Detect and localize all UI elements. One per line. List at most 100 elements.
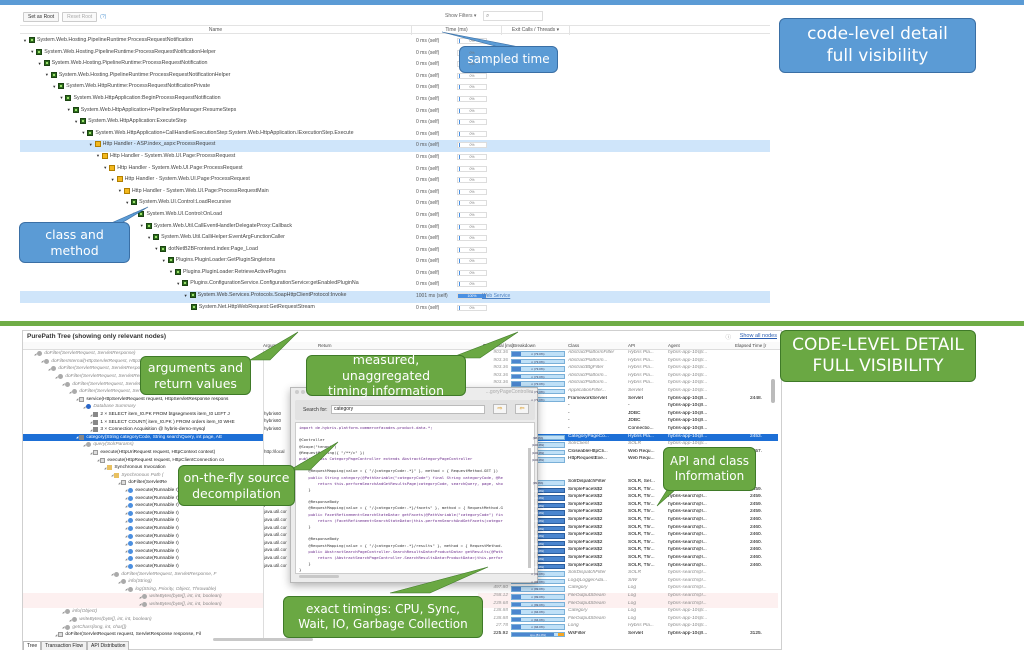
- expand-toggle-icon[interactable]: ◢: [139, 602, 141, 606]
- expand-toggle-icon[interactable]: ◢: [55, 375, 57, 379]
- expand-toggle-icon[interactable]: ▼: [169, 269, 173, 274]
- purepath-data-row[interactable]: 225.92 cpu (81.0%) WsFilter Servlet hybris-a…: [478, 631, 778, 639]
- expand-toggle-icon[interactable]: ◢: [62, 610, 64, 614]
- expand-toggle-icon[interactable]: ◢: [125, 496, 127, 500]
- show-filters-dropdown[interactable]: Show Filters ▾: [445, 13, 476, 19]
- source-search-input[interactable]: category: [331, 405, 485, 414]
- column-header-name[interactable]: Name: [20, 26, 412, 35]
- expand-toggle-icon[interactable]: ◢: [125, 511, 127, 515]
- call-graph-row[interactable]: ▼ System.Web.Hosting.PipelineRuntime:Proc…: [20, 48, 770, 60]
- expand-toggle-icon[interactable]: ▼: [67, 107, 71, 112]
- expand-toggle-icon[interactable]: ▼: [23, 38, 27, 43]
- help-link[interactable]: (?): [100, 14, 106, 20]
- expand-toggle-icon[interactable]: ▼: [60, 95, 64, 100]
- close-window-button[interactable]: [295, 390, 299, 394]
- column-header-agent[interactable]: Agent: [668, 343, 680, 348]
- purepath-tree-row[interactable]: ◢ writeBytes(byte[], int, int, boolean): [23, 593, 263, 601]
- expand-toggle-icon[interactable]: ▼: [154, 246, 158, 251]
- expand-toggle-icon[interactable]: ▼: [96, 153, 100, 158]
- expand-toggle-icon[interactable]: ▼: [74, 119, 78, 124]
- call-graph-row[interactable]: ▼ System.Web.Hosting.PipelineRuntime:Proc…: [20, 36, 770, 48]
- expand-toggle-icon[interactable]: ◢: [90, 413, 92, 417]
- purepath-tree-row[interactable]: ◢ execute(Runnable r): [23, 509, 263, 517]
- purepath-tree-row[interactable]: ◢ category(String categoryCode, String s…: [23, 433, 263, 442]
- purepath-tree-row[interactable]: ◢ query(SolrParams): [23, 441, 263, 449]
- call-graph-row[interactable]: ▼ Http Handler - System.Web.UI.Page:Proce…: [20, 187, 770, 199]
- expand-toggle-icon[interactable]: ▼: [118, 188, 122, 193]
- call-graph-row[interactable]: System.Net.HttpWebRequest:GetRequestStre…: [20, 303, 770, 315]
- expand-toggle-icon[interactable]: ◢: [125, 549, 127, 553]
- purepath-data-row[interactable]: 497.80n (99.0%)Log4jLoggerAda...SIWhybri…: [478, 578, 778, 586]
- call-graph-row[interactable]: ▼ System.Web.HttpApplication+CallHandlerE…: [20, 129, 770, 141]
- expand-toggle-icon[interactable]: ◢: [76, 435, 78, 439]
- call-graph-row[interactable]: ▼ System.Web.Services.Protocols.SoapHttpC…: [20, 291, 770, 303]
- call-graph-row[interactable]: ▼ System.Web.HttpApplication+PipelineStep…: [20, 106, 770, 118]
- column-header-class[interactable]: Class: [568, 343, 579, 348]
- expand-toggle-icon[interactable]: ◢: [90, 451, 92, 455]
- call-graph-row[interactable]: ▼ Plugins.PluginLoader:RetrieveActivePlug…: [20, 268, 770, 280]
- call-graph-row[interactable]: ▼ System.Web.Hosting.PipelineRuntime:Proc…: [20, 59, 770, 71]
- expand-toggle-icon[interactable]: ◢: [104, 466, 106, 470]
- code-horizontal-scrollbar[interactable]: [299, 575, 339, 578]
- expand-toggle-icon[interactable]: ◢: [111, 473, 113, 477]
- column-header-api[interactable]: API: [628, 343, 635, 348]
- expand-toggle-icon[interactable]: ◢: [69, 390, 71, 394]
- purepath-data-row[interactable]: 903.36 n (73.0%) AbstractPlatformFilter Hyb…: [478, 350, 778, 358]
- expand-toggle-icon[interactable]: ◢: [118, 580, 120, 584]
- tab-transaction-flow[interactable]: Transaction Flow: [41, 641, 87, 650]
- purepath-data-row[interactable]: 258.12 n (99.0%) FileOutputStream Log hybris…: [478, 593, 778, 601]
- expand-toggle-icon[interactable]: ◢: [125, 488, 127, 492]
- expand-toggle-icon[interactable]: ▼: [52, 84, 56, 89]
- call-graph-search-input[interactable]: ⌕: [483, 11, 543, 21]
- purepath-data-row[interactable]: 138.88 n (94.0%) FileOutputStream Log hybris…: [478, 616, 778, 624]
- expand-toggle-icon[interactable]: ▼: [45, 72, 49, 77]
- expand-toggle-icon[interactable]: ◢: [125, 564, 127, 568]
- purepath-tree-row[interactable]: ◢ doFilter(ServletRequest, ServletRespon…: [23, 570, 263, 578]
- find-previous-button[interactable]: ⇦: [515, 404, 529, 414]
- column-header-elapsed-time[interactable]: Elapsed Time [r: [735, 343, 766, 348]
- call-graph-row[interactable]: ▼ System.Web.HttpRuntime:ProcessRequestNo…: [20, 82, 770, 94]
- expand-toggle-icon[interactable]: ◢: [48, 367, 50, 371]
- expand-toggle-icon[interactable]: ◢: [34, 352, 36, 356]
- purepath-data-row[interactable]: 903.36 n (73.0%) AbstractPlatform... Hybris…: [478, 358, 778, 366]
- call-graph-row[interactable]: ▼ Plugins.PluginLoader:GetPluginSingleton…: [20, 256, 770, 268]
- expand-toggle-icon[interactable]: ◢: [62, 382, 64, 386]
- expand-toggle-icon[interactable]: ▼: [176, 281, 180, 286]
- purepath-data-row[interactable]: 239.68 n (99.0%) FileOutputStream Log hybris…: [478, 600, 778, 609]
- find-next-button[interactable]: ⇨: [493, 404, 507, 414]
- purepath-data-row[interactable]: 903.36 n (73.0%) AbstractBtgFilter Hybris P…: [478, 365, 778, 373]
- expand-toggle-icon[interactable]: ◢: [83, 443, 85, 447]
- expand-toggle-icon[interactable]: ◢: [125, 519, 127, 523]
- purepath-tree-row[interactable]: ◢ execute(Runnable r): [23, 555, 263, 563]
- call-graph-row[interactable]: ▼ Http Handler - System.Web.UI.Page:Proce…: [20, 152, 770, 164]
- purepath-tree-row[interactable]: ◢ 1 × SELECT COUNT( item_t0.PK ) FROM or…: [23, 418, 263, 426]
- purepath-tree-row[interactable]: ◢ execute(Runnable r): [23, 525, 263, 533]
- expand-toggle-icon[interactable]: ◢: [125, 587, 127, 591]
- expand-toggle-icon[interactable]: ◢: [76, 397, 78, 401]
- purepath-tree-row[interactable]: ◢ execute(Runnable r): [23, 517, 263, 525]
- call-graph-row[interactable]: ▼ Http Handler - System.Web.UI.Page:Proce…: [20, 164, 770, 176]
- purepath-tree-row[interactable]: ◢ getChars(long, int, char[]): [23, 623, 263, 631]
- expand-toggle-icon[interactable]: ▼: [89, 142, 93, 147]
- call-graph-row[interactable]: ▼ Http Handler - ASP.index_aspx:ProcessRe…: [20, 140, 770, 152]
- vertical-scrollbar[interactable]: [771, 379, 775, 403]
- minimize-window-button[interactable]: [301, 390, 305, 394]
- purepath-tree-row[interactable]: ◢ writeBytes(byte[], int, int, boolean): [23, 600, 263, 609]
- purepath-tree-row[interactable]: ◢ writeBytes(byte[], int, int, boolean): [23, 616, 263, 624]
- expand-toggle-icon[interactable]: ▼: [162, 258, 166, 263]
- purepath-tree-row[interactable]: ◢ log(String, Priority, Object, Throwabl…: [23, 585, 263, 593]
- call-graph-row[interactable]: ▼ System.Web.HttpApplication:ExecuteStep 0…: [20, 117, 770, 129]
- expand-toggle-icon[interactable]: ▼: [30, 49, 34, 54]
- purepath-tree-row[interactable]: ◢ execute(Runnable r): [23, 563, 263, 571]
- purepath-tree-row[interactable]: ◢ execute(Runnable r): [23, 532, 263, 540]
- expand-toggle-icon[interactable]: ◢: [90, 428, 92, 432]
- call-graph-row[interactable]: ▼ System.Web.Hosting.PipelineRuntime:Proc…: [20, 71, 770, 83]
- purepath-data-row[interactable]: 27.78 n (94.0%) Long Hybris Pla... hybris-ap…: [478, 623, 778, 631]
- purepath-data-row[interactable]: 903.36 n (73.0%) AbstractPlatform... Hybris…: [478, 373, 778, 381]
- purepath-tree-row[interactable]: ◢ execute(Runnable r): [23, 540, 263, 548]
- expand-toggle-icon[interactable]: ▼: [111, 177, 115, 182]
- call-graph-row[interactable]: ▼ Plugins.ConfigurationService.Configurat…: [20, 279, 770, 291]
- expand-toggle-icon[interactable]: ◢: [125, 557, 127, 561]
- expand-toggle-icon[interactable]: ◢: [125, 542, 127, 546]
- expand-toggle-icon[interactable]: ◢: [125, 526, 127, 530]
